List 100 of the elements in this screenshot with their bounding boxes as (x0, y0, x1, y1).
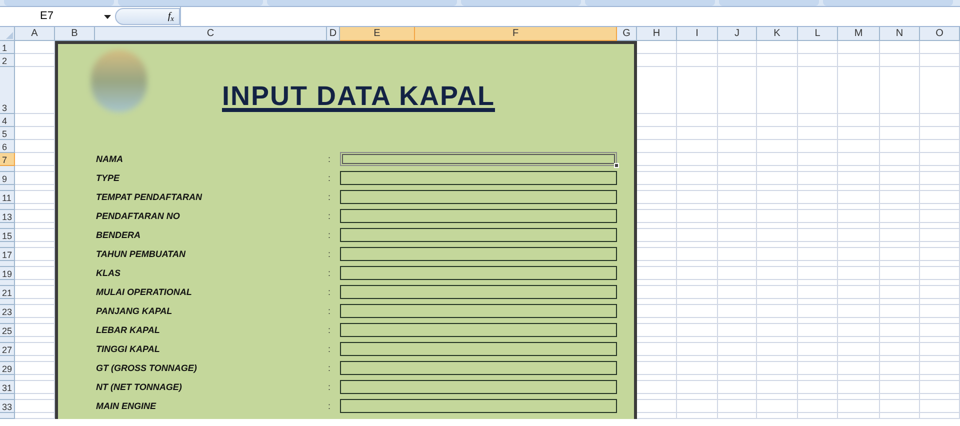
sheet-cell[interactable] (757, 223, 798, 229)
sheet-cell[interactable] (757, 299, 798, 305)
sheet-cell[interactable] (920, 318, 960, 324)
sheet-cell[interactable] (757, 267, 798, 280)
sheet-cell[interactable] (677, 114, 718, 127)
sheet-cell[interactable] (798, 204, 838, 210)
sheet-cell[interactable] (798, 185, 838, 191)
sheet-cell[interactable] (757, 394, 798, 400)
sheet-cell[interactable] (677, 261, 718, 267)
sheet-cell[interactable] (880, 114, 920, 127)
input-field[interactable] (340, 171, 617, 185)
row-header[interactable] (0, 261, 15, 267)
sheet-cell[interactable] (677, 185, 718, 191)
sheet-cell[interactable] (718, 191, 757, 204)
sheet-cell[interactable] (718, 356, 757, 362)
sheet-cell[interactable] (880, 54, 920, 67)
sheet-cell[interactable] (757, 343, 798, 356)
sheet-cell[interactable] (757, 210, 798, 223)
row-header[interactable]: 2 (0, 54, 15, 67)
sheet-cell[interactable] (718, 324, 757, 337)
sheet-cell[interactable] (718, 41, 757, 54)
row-header[interactable]: 1 (0, 41, 15, 54)
sheet-cell[interactable] (757, 337, 798, 343)
sheet-cell[interactable] (718, 286, 757, 299)
sheet-cell[interactable] (677, 248, 718, 261)
sheet-cell[interactable] (798, 299, 838, 305)
sheet-cell[interactable] (677, 318, 718, 324)
sheet-cell[interactable] (677, 324, 718, 337)
column-header[interactable]: F (415, 27, 617, 41)
column-header[interactable]: J (718, 27, 757, 41)
row-header[interactable]: 29 (0, 362, 15, 375)
sheet-cell[interactable] (838, 204, 880, 210)
sheet-cell[interactable] (838, 54, 880, 67)
row-header[interactable] (0, 356, 15, 362)
sheet-cell[interactable] (838, 153, 880, 166)
sheet-cell[interactable] (880, 191, 920, 204)
row-header[interactable]: 21 (0, 286, 15, 299)
sheet-cell[interactable] (718, 400, 757, 413)
sheet-cell[interactable] (718, 413, 757, 419)
sheet-cell[interactable] (798, 54, 838, 67)
sheet-cell[interactable] (677, 210, 718, 223)
column-header[interactable]: N (880, 27, 920, 41)
sheet-cell[interactable] (920, 356, 960, 362)
insert-function-button[interactable]: f$_{x}$ (115, 8, 180, 25)
input-field[interactable] (340, 399, 617, 413)
input-field[interactable] (340, 380, 617, 394)
sheet-cell[interactable] (757, 324, 798, 337)
sheet-cell[interactable] (838, 343, 880, 356)
sheet-cell[interactable] (838, 166, 880, 172)
sheet-cell[interactable] (718, 318, 757, 324)
sheet-cell[interactable] (718, 337, 757, 343)
sheet-cell[interactable] (677, 67, 718, 114)
sheet-cell[interactable] (757, 261, 798, 267)
sheet-cell[interactable] (677, 299, 718, 305)
input-field[interactable] (340, 323, 617, 337)
dropdown-caret-icon[interactable] (104, 14, 111, 18)
row-header[interactable]: 13 (0, 210, 15, 223)
sheet-cell[interactable] (838, 337, 880, 343)
sheet-cell[interactable] (880, 261, 920, 267)
sheet-cell[interactable] (677, 381, 718, 394)
sheet-cell[interactable] (920, 324, 960, 337)
sheet-cell[interactable] (920, 191, 960, 204)
sheet-cell[interactable] (798, 286, 838, 299)
sheet-cell[interactable] (920, 127, 960, 140)
sheet-cell[interactable] (838, 185, 880, 191)
sheet-cell[interactable] (798, 337, 838, 343)
sheet-cell[interactable] (838, 324, 880, 337)
row-header[interactable] (0, 337, 15, 343)
sheet-cell[interactable] (718, 394, 757, 400)
sheet-cell[interactable] (880, 362, 920, 375)
sheet-cell[interactable] (718, 54, 757, 67)
sheet-cell[interactable] (757, 185, 798, 191)
sheet-cell[interactable] (718, 172, 757, 185)
sheet-cell[interactable] (718, 267, 757, 280)
column-header[interactable]: E (340, 27, 415, 41)
input-field[interactable] (340, 247, 617, 261)
row-header[interactable] (0, 223, 15, 229)
sheet-cell[interactable] (880, 286, 920, 299)
row-header[interactable] (0, 394, 15, 400)
sheet-cell[interactable] (880, 343, 920, 356)
sheet-cell[interactable] (757, 248, 798, 261)
sheet-cell[interactable] (718, 204, 757, 210)
sheet-cell[interactable] (677, 343, 718, 356)
sheet-cell[interactable] (838, 362, 880, 375)
input-field[interactable] (340, 342, 617, 356)
column-header[interactable]: L (798, 27, 838, 41)
sheet-cell[interactable] (798, 305, 838, 318)
sheet-cell[interactable] (798, 356, 838, 362)
sheet-cell[interactable] (718, 140, 757, 153)
sheet-cell[interactable] (677, 229, 718, 242)
sheet-cell[interactable] (798, 280, 838, 286)
sheet-cell[interactable] (757, 166, 798, 172)
sheet-cell[interactable] (718, 280, 757, 286)
sheet-cell[interactable] (880, 127, 920, 140)
sheet-cell[interactable] (838, 67, 880, 114)
row-header[interactable]: 15 (0, 229, 15, 242)
sheet-cell[interactable] (920, 261, 960, 267)
sheet-cell[interactable] (880, 153, 920, 166)
sheet-cell[interactable] (718, 261, 757, 267)
sheet-cell[interactable] (757, 381, 798, 394)
